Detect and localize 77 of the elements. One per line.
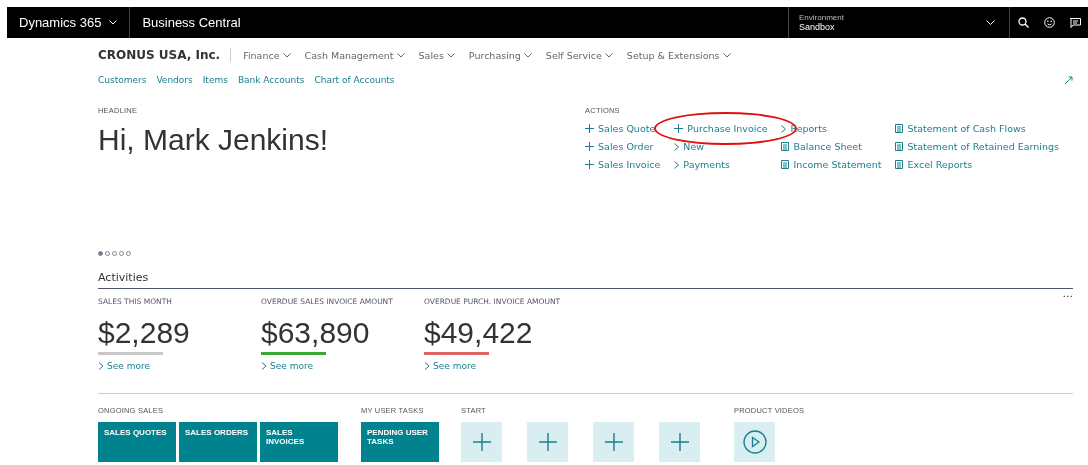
document-icon bbox=[781, 142, 790, 151]
page-dot[interactable] bbox=[98, 250, 103, 256]
action-link[interactable]: Income Statement bbox=[781, 157, 882, 172]
chevron-down-icon bbox=[396, 52, 405, 58]
nav-menu[interactable]: Finance bbox=[243, 49, 291, 61]
product-menu[interactable]: Dynamics 365 bbox=[19, 15, 118, 30]
action-link[interactable]: Payments bbox=[674, 157, 730, 172]
nav-menu[interactable]: Self Service bbox=[545, 49, 613, 61]
plus-icon bbox=[670, 433, 689, 451]
document-icon bbox=[895, 142, 904, 151]
video-tile[interactable] bbox=[734, 422, 775, 462]
action-link[interactable]: Sales Order bbox=[585, 139, 654, 154]
see-more-link[interactable]: See more bbox=[261, 361, 424, 371]
cue-tile[interactable]: SALES ORDERS bbox=[179, 422, 257, 462]
chevron-down-icon bbox=[722, 52, 731, 58]
cue-value[interactable]: $2,289 bbox=[98, 317, 261, 349]
chevron-down-icon bbox=[109, 20, 118, 25]
smiley-icon[interactable] bbox=[1043, 17, 1055, 28]
environment-name: Sandbox bbox=[799, 22, 835, 32]
feedback-icon[interactable] bbox=[1069, 17, 1081, 28]
nav-menu[interactable]: Setup & Extensions bbox=[626, 49, 731, 61]
action-link[interactable]: New bbox=[674, 139, 705, 154]
play-icon bbox=[742, 430, 767, 454]
see-more-link[interactable]: See more bbox=[98, 361, 261, 371]
action-link[interactable]: Purchase Invoice bbox=[674, 121, 768, 136]
headline-text: Hi, Mark Jenkins! bbox=[98, 123, 330, 157]
cue-value[interactable]: $49,422 bbox=[424, 317, 587, 349]
chevron-right-icon bbox=[98, 362, 104, 370]
environment-label: Environment bbox=[799, 13, 844, 22]
action-link[interactable]: Sales Quote bbox=[585, 121, 656, 136]
chevron-down-icon bbox=[604, 52, 613, 58]
document-icon bbox=[895, 160, 904, 169]
nav-link[interactable]: Items bbox=[202, 75, 228, 85]
cue-tile[interactable]: PENDING USER TASKS bbox=[361, 422, 439, 462]
document-icon bbox=[895, 124, 904, 133]
nav-link[interactable]: Customers bbox=[98, 75, 147, 85]
plus-icon bbox=[538, 433, 557, 451]
plus-icon bbox=[674, 124, 684, 133]
search-icon[interactable] bbox=[1017, 17, 1029, 28]
app-title: Business Central bbox=[142, 15, 241, 30]
nav-link[interactable]: Bank Accounts bbox=[237, 75, 305, 85]
add-tile[interactable] bbox=[527, 422, 568, 462]
section-title: Activities bbox=[98, 271, 149, 286]
chevron-down-icon bbox=[986, 20, 995, 25]
plus-icon bbox=[604, 433, 623, 451]
action-link[interactable]: Balance Sheet bbox=[781, 139, 862, 154]
chevron-right-icon bbox=[261, 362, 267, 370]
cue-value[interactable]: $63,890 bbox=[261, 317, 424, 349]
action-link[interactable]: Excel Reports bbox=[895, 157, 973, 172]
cue-tile[interactable]: SALES QUOTES bbox=[98, 422, 176, 462]
more-options[interactable]: ... bbox=[1062, 287, 1073, 304]
action-link[interactable]: Statement of Retained Earnings bbox=[895, 139, 1059, 154]
nav-menu[interactable]: Cash Management bbox=[304, 49, 405, 61]
plus-icon bbox=[472, 433, 491, 451]
expand-icon[interactable] bbox=[1064, 75, 1073, 85]
chevron-down-icon bbox=[282, 52, 291, 58]
chevron-right-icon bbox=[424, 362, 430, 370]
action-link[interactable]: Statement of Cash Flows bbox=[895, 121, 1026, 136]
nav-menu[interactable]: Purchasing bbox=[468, 49, 532, 61]
add-tile[interactable] bbox=[461, 422, 502, 462]
chevron-down-icon bbox=[446, 52, 455, 58]
nav-link[interactable]: Vendors bbox=[156, 75, 193, 85]
chevron-down-icon bbox=[523, 52, 532, 58]
nav-link[interactable]: Chart of Accounts bbox=[314, 75, 395, 85]
add-tile[interactable] bbox=[593, 422, 634, 462]
company-name: CRONUS USA, Inc. bbox=[98, 48, 232, 62]
plus-icon bbox=[585, 124, 595, 133]
see-more-link[interactable]: See more bbox=[424, 361, 587, 371]
environment-selector[interactable]: Environment Sandbox bbox=[788, 7, 1010, 38]
document-icon bbox=[781, 160, 790, 169]
plus-icon bbox=[585, 142, 595, 151]
action-link[interactable]: Sales Invoice bbox=[585, 157, 661, 172]
cue-tile[interactable]: SALES INVOICES bbox=[260, 422, 338, 462]
chevron-right-icon bbox=[781, 124, 787, 133]
add-tile[interactable] bbox=[659, 422, 700, 462]
plus-icon bbox=[585, 160, 595, 169]
nav-menu[interactable]: Sales bbox=[418, 49, 455, 61]
